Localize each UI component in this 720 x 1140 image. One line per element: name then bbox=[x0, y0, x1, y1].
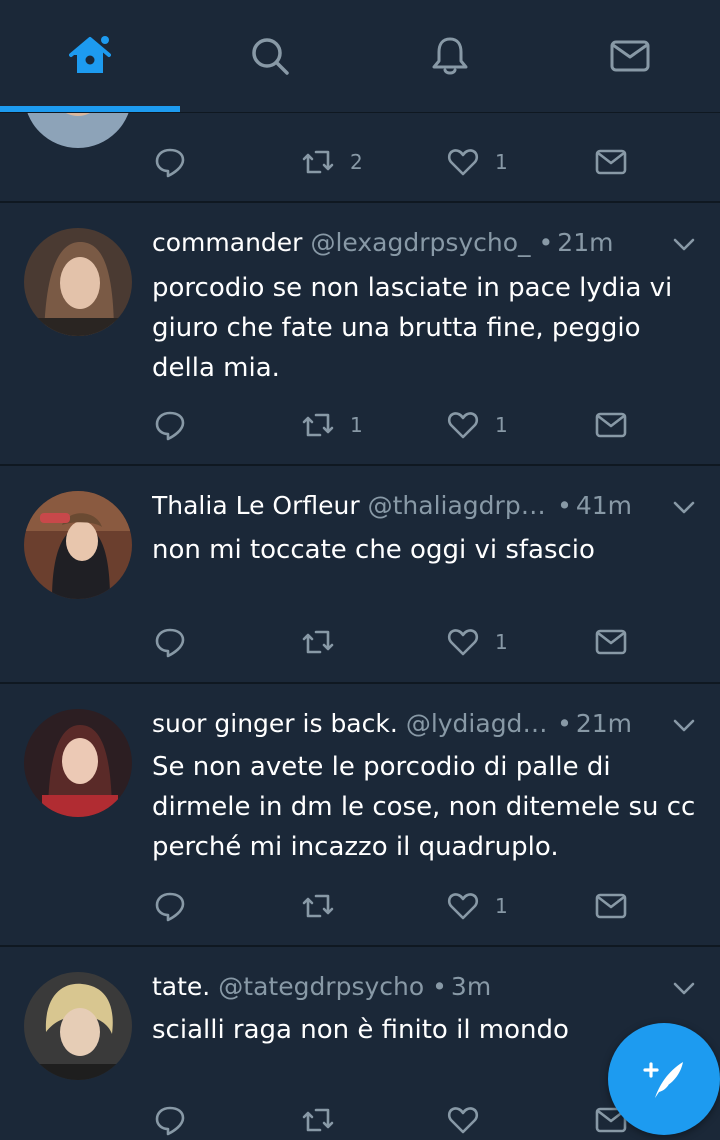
active-tab-indicator bbox=[0, 106, 180, 112]
display-name[interactable]: Thalia Le Orfleur bbox=[152, 491, 360, 520]
home-icon bbox=[69, 36, 111, 73]
display-name[interactable]: tate. bbox=[152, 972, 210, 1001]
tab-home[interactable] bbox=[0, 0, 180, 112]
display-name[interactable]: commander bbox=[152, 228, 302, 257]
timestamp: 21m bbox=[557, 227, 614, 257]
direct-message-button[interactable] bbox=[595, 142, 627, 182]
retweet-count: 1 bbox=[350, 413, 363, 437]
retweet-button[interactable] bbox=[302, 622, 350, 662]
divider bbox=[0, 201, 720, 203]
retweet-icon bbox=[302, 413, 334, 437]
heart-icon bbox=[447, 149, 479, 176]
retweet-button[interactable] bbox=[302, 1100, 334, 1140]
reply-icon bbox=[155, 411, 185, 441]
tweet-header: Thalia Le Orfleur @thaliagdrps... • 41m bbox=[152, 487, 632, 523]
reply-button[interactable] bbox=[154, 405, 186, 445]
direct-message-button[interactable] bbox=[595, 405, 627, 445]
tweet-text: porcodio se non lasciate in pace lydia v… bbox=[152, 273, 673, 383]
reply-button[interactable] bbox=[154, 1100, 186, 1140]
timestamp: 3m bbox=[450, 971, 492, 1001]
tweet-actions bbox=[0, 1100, 720, 1140]
timestamp: 21m bbox=[575, 708, 632, 738]
separator-dot: • bbox=[432, 971, 447, 1001]
heart-icon bbox=[447, 1107, 479, 1134]
like-count: 1 bbox=[495, 894, 508, 918]
feather-plus-icon bbox=[643, 1062, 683, 1098]
timestamp: 41m bbox=[575, 490, 632, 520]
reply-icon bbox=[155, 1106, 185, 1136]
display-name[interactable]: suor ginger is back. bbox=[152, 709, 398, 738]
heart-icon bbox=[447, 412, 479, 439]
like-button[interactable]: 1 bbox=[447, 405, 508, 445]
retweet-button[interactable] bbox=[302, 886, 350, 926]
mail-icon bbox=[610, 40, 650, 72]
tab-notifications[interactable] bbox=[360, 0, 540, 112]
chevron-down-icon[interactable] bbox=[672, 495, 696, 519]
user-handle[interactable]: @thaliagdrps... bbox=[368, 491, 549, 520]
tweet-actions: 1 bbox=[0, 622, 720, 662]
like-button[interactable]: 1 bbox=[447, 622, 508, 662]
envelope-icon bbox=[595, 629, 627, 655]
envelope-icon bbox=[595, 412, 627, 438]
user-handle[interactable]: @lexagdrpsycho_ bbox=[310, 228, 530, 257]
chevron-down-icon[interactable] bbox=[672, 713, 696, 737]
reply-icon bbox=[155, 628, 185, 658]
retweet-button[interactable]: 2 bbox=[302, 142, 363, 182]
direct-message-button[interactable] bbox=[595, 886, 627, 926]
tweet-header: commander @lexagdrpsycho_ • 21m bbox=[152, 224, 632, 260]
bell-icon bbox=[432, 37, 468, 75]
avatar[interactable] bbox=[24, 972, 132, 1080]
tweet-actions: 1 bbox=[0, 886, 720, 926]
divider bbox=[0, 464, 720, 466]
tweet-header: suor ginger is back. @lydiagdrP... • 21m bbox=[152, 705, 632, 741]
separator-dot: • bbox=[538, 227, 554, 257]
chevron-down-icon[interactable] bbox=[672, 976, 696, 1000]
heart-icon bbox=[447, 629, 479, 656]
like-count: 1 bbox=[495, 150, 508, 174]
divider bbox=[0, 682, 720, 684]
reply-button[interactable] bbox=[154, 622, 186, 662]
retweet-button[interactable]: 1 bbox=[302, 405, 363, 445]
heart-icon bbox=[447, 893, 479, 920]
separator-dot: • bbox=[557, 490, 572, 520]
retweet-icon bbox=[302, 894, 334, 918]
user-handle[interactable]: @lydiagdrP... bbox=[406, 709, 549, 738]
avatar[interactable] bbox=[24, 228, 132, 336]
tab-search[interactable] bbox=[180, 0, 360, 112]
tweet-actions: 2 1 bbox=[0, 142, 720, 182]
retweet-count: 2 bbox=[350, 150, 363, 174]
tweet-text: Se non avete le porcodio di palle di dir… bbox=[152, 752, 696, 862]
user-handle[interactable]: @tategdrpsycho bbox=[218, 972, 424, 1001]
separator-dot: • bbox=[557, 708, 572, 738]
search-icon bbox=[252, 38, 289, 75]
tweet-header: tate. @tategdrpsycho • 3m bbox=[152, 968, 632, 1004]
like-button[interactable]: 1 bbox=[447, 142, 508, 182]
like-button[interactable] bbox=[447, 1100, 479, 1140]
direct-message-button[interactable] bbox=[595, 622, 627, 662]
like-count: 1 bbox=[495, 630, 508, 654]
reply-icon bbox=[155, 892, 185, 922]
reply-icon bbox=[155, 148, 185, 178]
retweet-icon bbox=[302, 150, 334, 174]
tweet-actions: 1 1 bbox=[0, 405, 720, 445]
envelope-icon bbox=[595, 893, 627, 919]
retweet-icon bbox=[302, 630, 334, 654]
divider bbox=[0, 945, 720, 947]
compose-tweet-button[interactable] bbox=[608, 1023, 720, 1135]
retweet-icon bbox=[302, 1108, 334, 1132]
like-count: 1 bbox=[495, 413, 508, 437]
like-button[interactable]: 1 bbox=[447, 886, 508, 926]
reply-button[interactable] bbox=[154, 886, 186, 926]
avatar[interactable] bbox=[24, 491, 132, 599]
top-nav-bar bbox=[0, 0, 720, 113]
avatar[interactable] bbox=[24, 709, 132, 817]
chevron-down-icon[interactable] bbox=[672, 232, 696, 256]
tweet-text: non mi toccate che oggi vi sfascio bbox=[152, 535, 595, 565]
reply-button[interactable] bbox=[154, 142, 186, 182]
tab-messages[interactable] bbox=[540, 0, 720, 112]
envelope-icon bbox=[595, 149, 627, 175]
